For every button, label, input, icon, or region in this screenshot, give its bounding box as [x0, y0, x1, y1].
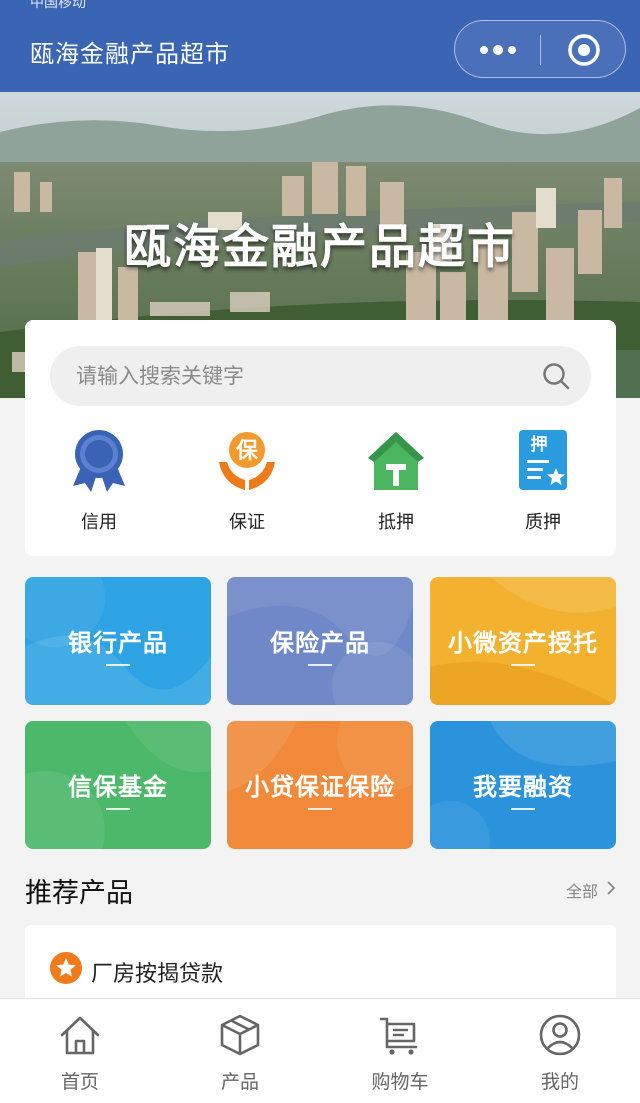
tab-products[interactable]: 产品 [160, 999, 320, 1103]
tab-label: 购物车 [371, 1071, 429, 1093]
pledge-document-icon: 押 [519, 430, 567, 490]
tab-cart[interactable]: 购物车 [320, 999, 480, 1103]
svg-text:押: 押 [531, 434, 548, 455]
hands-guarantee-icon: 保 [219, 432, 275, 490]
more-dots-icon [479, 45, 516, 55]
svg-text:保: 保 [235, 439, 259, 464]
category-guarantee[interactable]: 保 保证 [192, 426, 302, 536]
tile-label: 信保基金 [68, 773, 168, 801]
category-label: 信用 [81, 512, 117, 533]
category-label: 抵押 [378, 512, 414, 533]
cube-icon [220, 1014, 260, 1056]
tile-label: 小贷保证保险 [245, 773, 395, 801]
section-title-recommended: 推荐产品 [25, 878, 133, 909]
tile-label: 小微资产授托 [448, 629, 598, 657]
tile-dash [106, 808, 130, 810]
top-nav-bar: 中国移动 瓯海金融产品超市 [0, 0, 640, 92]
view-all-link[interactable]: 全部 [566, 878, 598, 902]
tile-insurance-products[interactable]: 保险产品 [227, 577, 413, 705]
page-title: 瓯海金融产品超市 [30, 40, 230, 68]
tab-label: 我的 [540, 1071, 579, 1093]
status-bar-text: 中国移动 [30, 0, 86, 10]
tile-dash [308, 808, 332, 810]
tab-home[interactable]: 首页 [0, 999, 160, 1103]
tab-label: 首页 [60, 1071, 99, 1093]
close-button[interactable] [541, 21, 627, 79]
chevron-right-icon[interactable] [606, 880, 616, 896]
tile-dash [106, 664, 130, 666]
tab-label: 产品 [220, 1071, 259, 1093]
banner-title: 瓯海金融产品超市 [124, 220, 516, 275]
category-credit[interactable]: 信用 [44, 426, 154, 536]
tile-dash [511, 808, 535, 810]
category-pledge[interactable]: 押 质押 [488, 426, 598, 536]
tile-micro-asset-trust[interactable]: 小微资产授托 [430, 577, 616, 705]
house-icon [368, 432, 424, 490]
tile-label: 我要融资 [473, 773, 573, 801]
product-name: 厂房按揭贷款 [91, 962, 224, 987]
search-input[interactable] [76, 346, 516, 406]
tile-apply-financing[interactable]: 我要融资 [430, 721, 616, 849]
home-icon [60, 1016, 100, 1055]
search-box [50, 346, 591, 406]
tile-credit-guarantee-fund[interactable]: 信保基金 [25, 721, 211, 849]
ribbon-medal-icon [73, 430, 125, 492]
tile-bank-products[interactable]: 银行产品 [25, 577, 211, 705]
tile-dash [308, 664, 332, 666]
tile-dash [511, 664, 535, 666]
target-icon [568, 34, 600, 66]
category-mortgage[interactable]: 抵押 [341, 426, 451, 536]
tile-microloan-guarantee-insurance[interactable]: 小贷保证保险 [227, 721, 413, 849]
tab-mine[interactable]: 我的 [480, 999, 640, 1103]
user-icon [539, 1014, 581, 1056]
category-label: 质押 [525, 512, 561, 533]
tile-label: 保险产品 [270, 629, 370, 657]
search-icon[interactable] [542, 362, 570, 390]
more-button[interactable] [455, 21, 540, 79]
category-label: 保证 [229, 512, 265, 533]
mini-program-capsule [454, 20, 626, 78]
tile-label: 银行产品 [68, 629, 168, 657]
cart-icon [379, 1017, 418, 1055]
search-category-card: 信用 保 保证 抵押 押 质押 [25, 320, 616, 556]
star-badge-icon [50, 952, 82, 984]
bottom-tab-bar: 首页 产品 购物车 我的 [0, 998, 640, 1103]
